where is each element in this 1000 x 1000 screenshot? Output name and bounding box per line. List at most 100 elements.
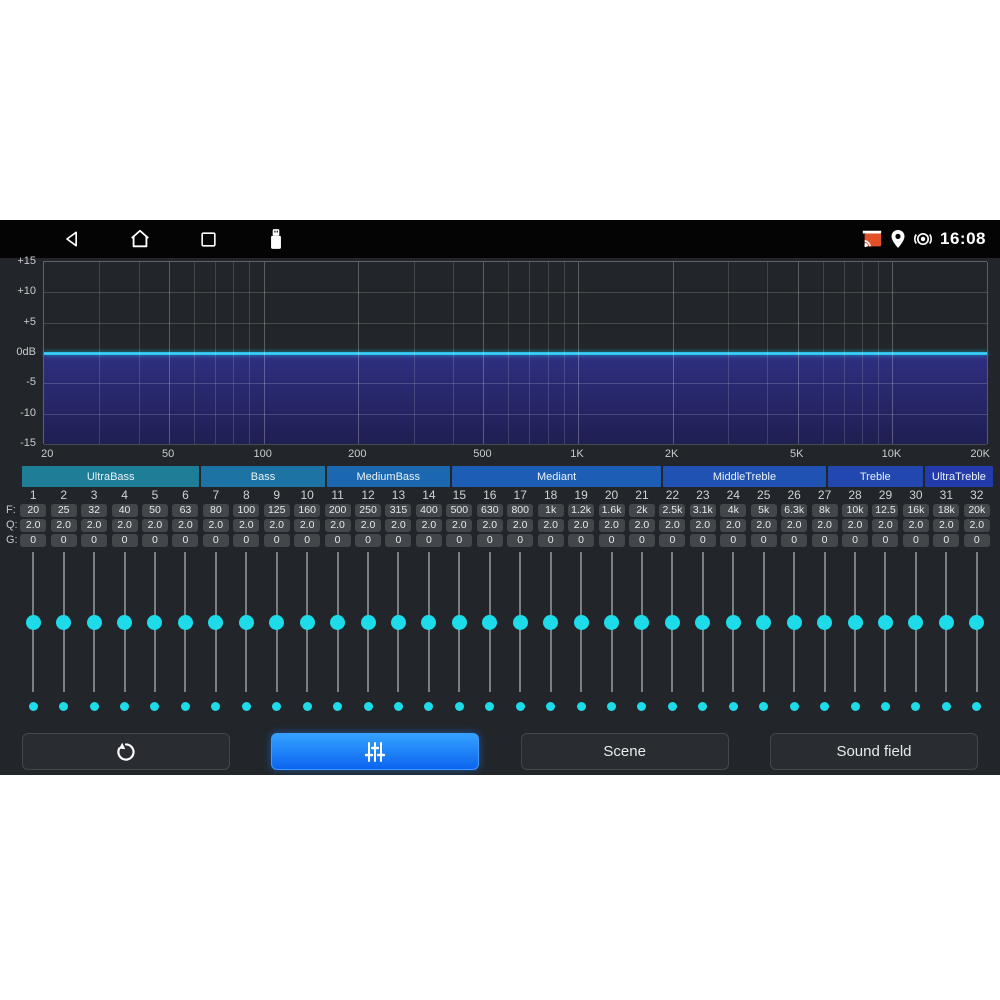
q-value[interactable]: 2.0: [659, 519, 685, 532]
q-dot-slot-1[interactable]: [18, 701, 48, 711]
freq-value[interactable]: 16k: [903, 504, 929, 517]
q-value[interactable]: 2.0: [416, 519, 442, 532]
gain-slider-11[interactable]: [322, 552, 352, 692]
gain-value[interactable]: 0: [416, 534, 442, 547]
q-dot[interactable]: [150, 702, 159, 711]
gain-slider-9[interactable]: [262, 552, 292, 692]
slider-handle[interactable]: [665, 615, 680, 630]
q-dot-slot-12[interactable]: [353, 701, 383, 711]
gain-slider-25[interactable]: [749, 552, 779, 692]
q-dot[interactable]: [911, 702, 920, 711]
freq-value[interactable]: 8k: [812, 504, 838, 517]
gain-value[interactable]: 0: [659, 534, 685, 547]
q-dot-slot-17[interactable]: [505, 701, 535, 711]
gain-slider-22[interactable]: [657, 552, 687, 692]
gain-slider-16[interactable]: [475, 552, 505, 692]
q-value[interactable]: 2.0: [355, 519, 381, 532]
gain-slider-15[interactable]: [444, 552, 474, 692]
gain-value[interactable]: 0: [325, 534, 351, 547]
q-value[interactable]: 2.0: [507, 519, 533, 532]
slider-handle[interactable]: [817, 615, 832, 630]
q-dot[interactable]: [759, 702, 768, 711]
gain-value[interactable]: 0: [720, 534, 746, 547]
q-dot-slot-9[interactable]: [262, 701, 292, 711]
freq-value[interactable]: 63: [172, 504, 198, 517]
gain-value[interactable]: 0: [385, 534, 411, 547]
freq-value[interactable]: 5k: [751, 504, 777, 517]
freq-value[interactable]: 160: [294, 504, 320, 517]
home-button[interactable]: [128, 227, 152, 251]
slider-handle[interactable]: [939, 615, 954, 630]
gain-slider-28[interactable]: [840, 552, 870, 692]
slider-handle[interactable]: [787, 615, 802, 630]
gain-value[interactable]: 0: [294, 534, 320, 547]
freq-value[interactable]: 1k: [538, 504, 564, 517]
q-value[interactable]: 2.0: [933, 519, 959, 532]
slider-handle[interactable]: [452, 615, 467, 630]
gain-value[interactable]: 0: [203, 534, 229, 547]
freq-value[interactable]: 200: [325, 504, 351, 517]
freq-value[interactable]: 315: [385, 504, 411, 517]
q-value[interactable]: 2.0: [446, 519, 472, 532]
q-dot-slot-25[interactable]: [749, 701, 779, 711]
q-dot[interactable]: [485, 702, 494, 711]
gain-slider-31[interactable]: [931, 552, 961, 692]
gain-slider-2[interactable]: [48, 552, 78, 692]
gain-value[interactable]: 0: [446, 534, 472, 547]
q-value[interactable]: 2.0: [112, 519, 138, 532]
gain-value[interactable]: 0: [751, 534, 777, 547]
freq-value[interactable]: 3.1k: [690, 504, 716, 517]
q-value[interactable]: 2.0: [264, 519, 290, 532]
band-tab-ultrabass[interactable]: UltraBass: [22, 466, 199, 487]
gain-value[interactable]: 0: [142, 534, 168, 547]
scene-button[interactable]: Scene: [521, 733, 729, 770]
freq-value[interactable]: 2k: [629, 504, 655, 517]
q-value[interactable]: 2.0: [751, 519, 777, 532]
back-button[interactable]: [60, 227, 84, 251]
q-dot[interactable]: [607, 702, 616, 711]
q-dot[interactable]: [455, 702, 464, 711]
q-dot-slot-32[interactable]: [962, 701, 992, 711]
q-dot[interactable]: [424, 702, 433, 711]
q-dot-slot-10[interactable]: [292, 701, 322, 711]
equalizer-button[interactable]: [271, 733, 479, 770]
gain-value[interactable]: 0: [20, 534, 46, 547]
slider-handle[interactable]: [87, 615, 102, 630]
q-value[interactable]: 2.0: [903, 519, 929, 532]
gain-slider-19[interactable]: [566, 552, 596, 692]
freq-value[interactable]: 1.2k: [568, 504, 594, 517]
gain-value[interactable]: 0: [964, 534, 990, 547]
slider-handle[interactable]: [361, 615, 376, 630]
gain-value[interactable]: 0: [507, 534, 533, 547]
usb-button[interactable]: [264, 227, 288, 251]
gain-slider-20[interactable]: [596, 552, 626, 692]
slider-handle[interactable]: [726, 615, 741, 630]
q-dot[interactable]: [59, 702, 68, 711]
gain-slider-1[interactable]: [18, 552, 48, 692]
slider-handle[interactable]: [117, 615, 132, 630]
slider-handle[interactable]: [969, 615, 984, 630]
q-dot[interactable]: [851, 702, 860, 711]
q-dot-slot-6[interactable]: [170, 701, 200, 711]
slider-handle[interactable]: [908, 615, 923, 630]
gain-value[interactable]: 0: [629, 534, 655, 547]
gain-value[interactable]: 0: [781, 534, 807, 547]
gain-value[interactable]: 0: [933, 534, 959, 547]
slider-handle[interactable]: [695, 615, 710, 630]
q-dot[interactable]: [546, 702, 555, 711]
band-tab-middletreble[interactable]: MiddleTreble: [663, 466, 825, 487]
gain-value[interactable]: 0: [842, 534, 868, 547]
q-dot-slot-8[interactable]: [231, 701, 261, 711]
gain-slider-27[interactable]: [809, 552, 839, 692]
q-dot-slot-20[interactable]: [596, 701, 626, 711]
freq-value[interactable]: 800: [507, 504, 533, 517]
q-dot[interactable]: [729, 702, 738, 711]
q-value[interactable]: 2.0: [142, 519, 168, 532]
gain-slider-6[interactable]: [170, 552, 200, 692]
q-dot[interactable]: [120, 702, 129, 711]
freq-value[interactable]: 20: [20, 504, 46, 517]
gain-slider-10[interactable]: [292, 552, 322, 692]
slider-handle[interactable]: [26, 615, 41, 630]
slider-handle[interactable]: [391, 615, 406, 630]
gain-value[interactable]: 0: [568, 534, 594, 547]
